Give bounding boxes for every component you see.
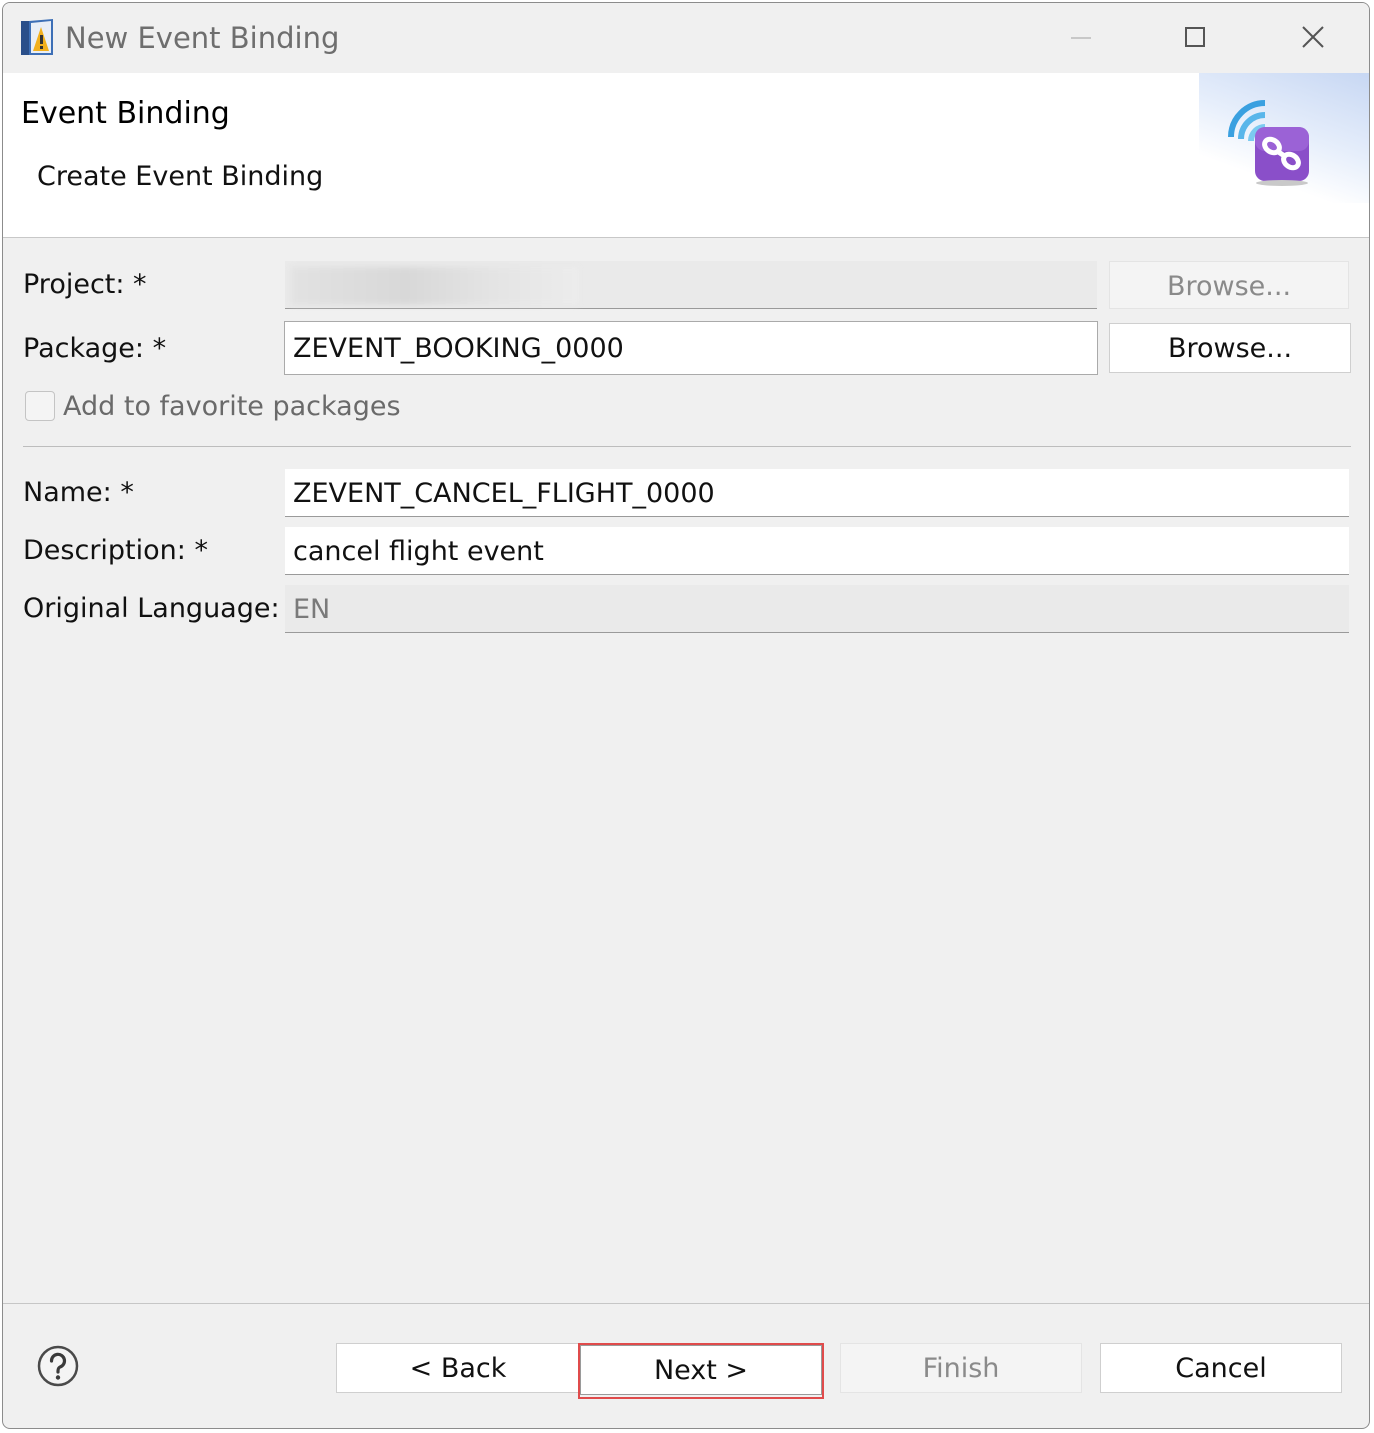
banner-title: Event Binding (21, 96, 230, 131)
close-button[interactable] (1285, 15, 1341, 61)
name-label: Name: * (23, 477, 134, 508)
event-binding-icon (1225, 99, 1315, 189)
name-input[interactable]: ZEVENT_CANCEL_FLIGHT_0000 (285, 469, 1349, 517)
help-button[interactable] (37, 1345, 79, 1387)
app-icon (19, 17, 57, 57)
favorite-packages-checkbox[interactable] (25, 391, 55, 421)
project-field[interactable] (285, 261, 1097, 309)
package-browse-button[interactable]: Browse... (1109, 323, 1351, 373)
original-language-field: EN (285, 585, 1349, 633)
title-bar: New Event Binding (3, 3, 1369, 73)
cancel-button[interactable]: Cancel (1100, 1343, 1342, 1393)
window-title: New Event Binding (65, 21, 340, 55)
new-event-binding-dialog: New Event Binding Event Binding Create E… (2, 2, 1370, 1429)
package-input[interactable]: ZEVENT_BOOKING_0000 (284, 321, 1098, 375)
maximize-button[interactable] (1167, 15, 1223, 61)
maximize-icon (1185, 27, 1205, 47)
project-value-redacted (291, 267, 579, 305)
package-label: Package: * (23, 333, 167, 364)
next-button[interactable]: Next > (580, 1345, 822, 1395)
minimize-button[interactable] (1053, 15, 1109, 61)
project-label: Project: * (23, 269, 147, 300)
description-input[interactable]: cancel flight event (285, 527, 1349, 575)
favorite-packages-label: Add to favorite packages (63, 391, 401, 422)
help-icon (37, 1345, 79, 1387)
finish-button[interactable]: Finish (840, 1343, 1082, 1393)
close-icon (1302, 26, 1324, 48)
back-button[interactable]: < Back (336, 1343, 580, 1393)
wizard-banner: Event Binding Create Event Binding (3, 73, 1369, 238)
banner-subtitle: Create Event Binding (37, 161, 324, 192)
description-label: Description: * (23, 535, 208, 566)
project-browse-button[interactable]: Browse... (1109, 261, 1349, 309)
form-separator (23, 446, 1351, 447)
footer-separator (3, 1303, 1369, 1304)
original-language-label: Original Language: (23, 593, 280, 624)
